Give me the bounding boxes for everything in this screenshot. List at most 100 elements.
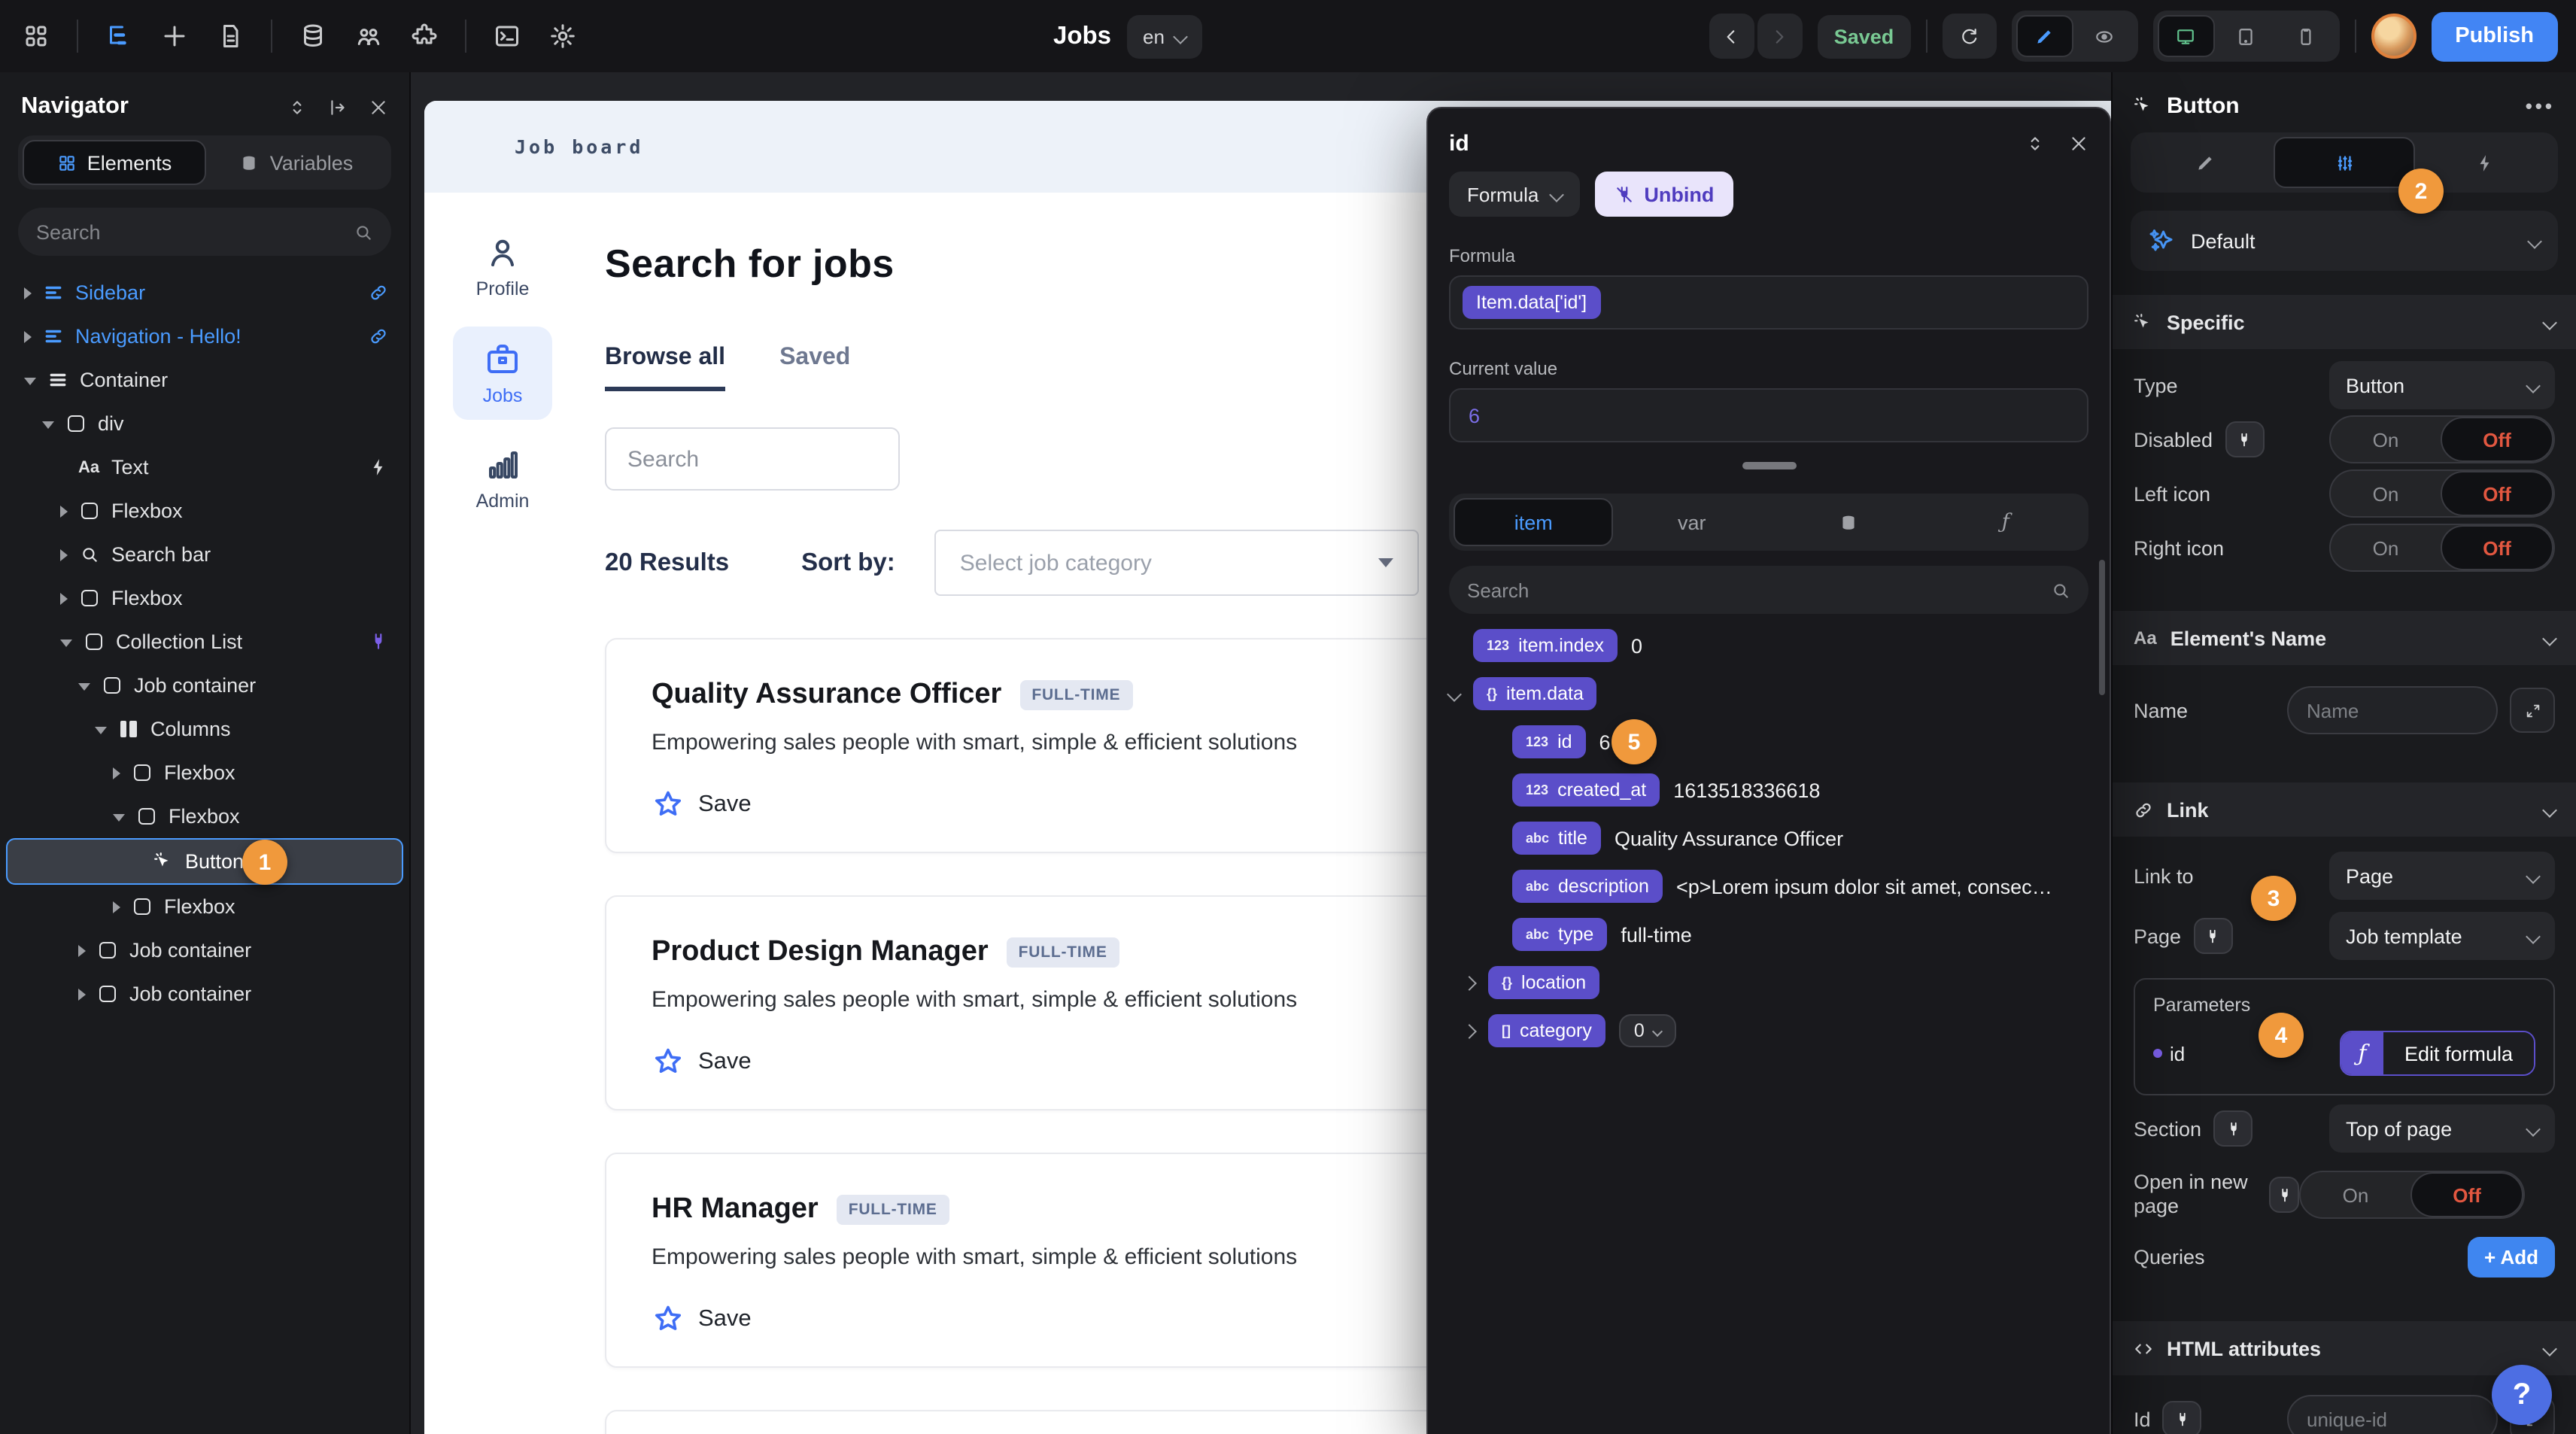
publish-button[interactable]: Publish — [2431, 11, 2558, 61]
data-row-title[interactable]: abctitleQuality Assurance Officer — [1449, 814, 2088, 862]
redo-button[interactable] — [1757, 14, 1803, 59]
tree-item-flexbox[interactable]: Flexbox — [0, 885, 409, 928]
locale-dropdown[interactable]: en — [1126, 14, 1202, 58]
resize-handle[interactable] — [1742, 462, 1796, 469]
tree-item-collection-list[interactable]: Collection List — [0, 620, 409, 664]
tab-elements[interactable]: Elements — [23, 140, 206, 185]
tablet-icon[interactable] — [2217, 15, 2274, 57]
unfold-icon[interactable] — [287, 97, 307, 117]
page-select[interactable]: Job template — [2329, 912, 2555, 960]
users-icon[interactable] — [354, 21, 384, 51]
data-row-id[interactable]: 123id6 5 — [1449, 718, 2088, 766]
tab-settings-sliders-icon[interactable] — [2274, 137, 2415, 188]
section-select[interactable]: Top of page — [2329, 1104, 2555, 1153]
preview-eye-icon[interactable] — [2076, 15, 2133, 57]
bind-plug-icon[interactable] — [2213, 1110, 2252, 1147]
nav-item-jobs-active[interactable]: Jobs — [453, 327, 552, 420]
section-specific[interactable]: Specific — [2113, 295, 2576, 349]
add-query-button[interactable]: + Add — [2468, 1236, 2555, 1277]
formula-input[interactable]: Item.data['id'] — [1449, 275, 2088, 330]
nav-item-profile[interactable]: Profile — [476, 235, 530, 299]
right-icon-toggle[interactable]: OnOff — [2329, 524, 2555, 572]
section-element-name[interactable]: Aa Element's Name — [2113, 611, 2576, 665]
tab-collections-icon[interactable] — [1770, 498, 1927, 546]
edit-formula-button[interactable]: ƒEdit formula — [2340, 1031, 2535, 1076]
data-row-category[interactable]: []category0 — [1449, 1007, 2088, 1055]
phone-icon[interactable] — [2277, 15, 2334, 57]
more-menu-icon[interactable]: ••• — [2526, 95, 2555, 117]
unbind-button[interactable]: Unbind — [1594, 172, 1733, 217]
binding-mode-dropdown[interactable]: Formula — [1449, 172, 1579, 217]
apps-grid-icon[interactable] — [21, 21, 51, 51]
dock-right-icon[interactable] — [328, 97, 348, 117]
category-index-dropdown[interactable]: 0 — [1619, 1014, 1676, 1047]
tree-item-job-container[interactable]: Job container — [0, 664, 409, 707]
tab-item[interactable]: item — [1454, 498, 1614, 546]
bind-plug-icon[interactable] — [2193, 918, 2232, 954]
data-row-type[interactable]: abctypefull-time — [1449, 910, 2088, 959]
tree-item-button-selected[interactable]: Button 1 — [6, 838, 403, 885]
tree-item-flexbox[interactable]: Flexbox — [0, 794, 409, 838]
tree-item-text[interactable]: AaText — [0, 445, 409, 489]
bind-plug-icon[interactable] — [2163, 1401, 2202, 1434]
data-sources-icon[interactable] — [298, 21, 328, 51]
tab-var[interactable]: var — [1614, 498, 1771, 546]
disabled-toggle[interactable]: OnOff — [2329, 415, 2555, 463]
bind-plug-icon[interactable] — [2269, 1177, 2299, 1213]
pages-icon[interactable] — [215, 21, 245, 51]
plugins-icon[interactable] — [409, 21, 439, 51]
tree-item-navigation[interactable]: Navigation - Hello! — [0, 314, 409, 358]
edit-pencil-icon[interactable] — [2016, 15, 2073, 57]
tree-item-job-container[interactable]: Job container — [0, 928, 409, 972]
left-icon-toggle[interactable]: OnOff — [2329, 469, 2555, 518]
section-html-attributes[interactable]: HTML attributes — [2113, 1321, 2576, 1375]
tab-style-pencil-icon[interactable] — [2135, 137, 2274, 188]
nav-item-admin[interactable]: Admin — [476, 447, 530, 512]
tree-item-flexbox[interactable]: Flexbox — [0, 751, 409, 794]
tree-item-flexbox[interactable]: Flexbox — [0, 576, 409, 620]
job-search-input[interactable] — [627, 446, 877, 472]
data-row-description[interactable]: abcdescription<p>Lorem ipsum dolor sit a… — [1449, 862, 2088, 910]
undo-button[interactable] — [1709, 14, 1754, 59]
style-preset-dropdown[interactable]: Default — [2131, 211, 2558, 271]
bind-plug-icon[interactable] — [2225, 421, 2264, 457]
add-element-icon[interactable] — [159, 21, 190, 51]
popup-scrollbar[interactable] — [2099, 560, 2105, 695]
user-avatar[interactable] — [2371, 14, 2416, 59]
html-id-input[interactable] — [2287, 1395, 2498, 1434]
job-category-select[interactable]: Select job category — [934, 530, 1419, 596]
data-row-item-data[interactable]: {}item.data — [1449, 670, 2088, 718]
desktop-icon[interactable] — [2157, 15, 2214, 57]
tree-item-sidebar[interactable]: Sidebar — [0, 271, 409, 314]
tree-item-job-container[interactable]: Job container — [0, 972, 409, 1016]
tree-item-flexbox[interactable]: Flexbox — [0, 489, 409, 533]
data-row-item-index[interactable]: 123item.index0 — [1449, 621, 2088, 670]
expand-icon[interactable] — [2510, 688, 2555, 733]
terminal-icon[interactable] — [492, 21, 522, 51]
type-select[interactable]: Button — [2329, 361, 2555, 409]
help-button[interactable]: ? — [2492, 1365, 2552, 1425]
navigator-search-input[interactable] — [36, 220, 354, 243]
tree-item-search-bar[interactable]: Search bar — [0, 533, 409, 576]
link-to-select[interactable]: Page — [2329, 852, 2555, 900]
close-icon[interactable] — [2069, 133, 2088, 153]
data-row-location[interactable]: {}location — [1449, 959, 2088, 1007]
element-name-input[interactable] — [2287, 686, 2498, 734]
popup-search-input[interactable] — [1467, 579, 2051, 601]
tab-browse-all[interactable]: Browse all — [605, 345, 725, 391]
formula-token[interactable]: Item.data['id'] — [1463, 286, 1600, 319]
navigator-tree-icon[interactable] — [104, 21, 134, 51]
tab-saved[interactable]: Saved — [779, 345, 850, 391]
tree-item-columns[interactable]: Columns — [0, 707, 409, 751]
refresh-icon[interactable] — [1942, 14, 1996, 59]
tree-item-container[interactable]: Container — [0, 358, 409, 402]
data-row-created-at[interactable]: 123created_at1613518336618 — [1449, 766, 2088, 814]
settings-gear-icon[interactable] — [548, 21, 578, 51]
unfold-icon[interactable] — [2025, 133, 2045, 153]
tab-variables[interactable]: Variables — [206, 140, 387, 185]
section-link[interactable]: Link — [2113, 782, 2576, 837]
tree-item-div[interactable]: div — [0, 402, 409, 445]
open-new-page-toggle[interactable]: OnOff — [2299, 1171, 2525, 1219]
tab-formulas-icon[interactable]: ƒ — [1927, 498, 2085, 546]
close-icon[interactable] — [369, 97, 388, 117]
